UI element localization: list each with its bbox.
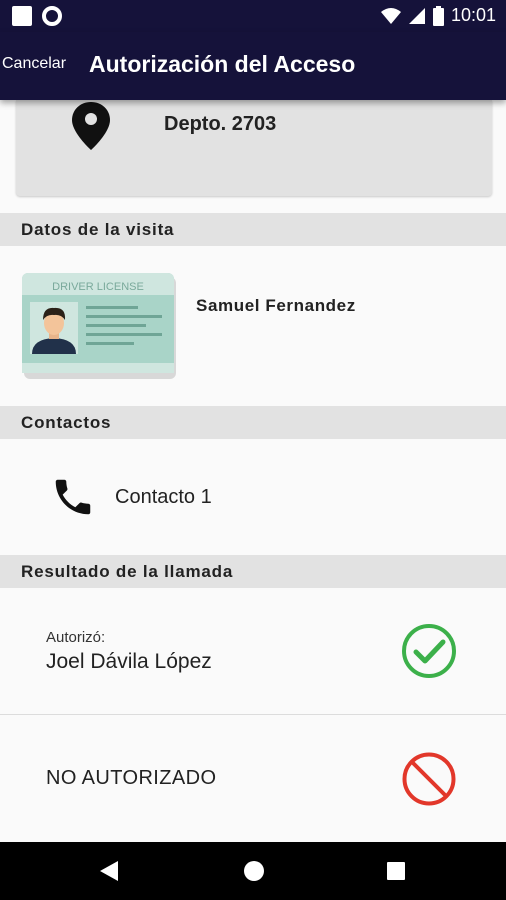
status-bar: 10:01 (0, 0, 506, 32)
home-icon[interactable] (244, 861, 264, 881)
navigation-bar (0, 842, 506, 900)
authorized-name: Joel Dávila López (46, 650, 212, 673)
location-pin-icon (72, 102, 110, 150)
authorized-label: Autorizó: (46, 629, 106, 646)
result-divider (0, 714, 506, 715)
driver-license-icon[interactable]: DRIVER LICENSE (22, 273, 178, 381)
call-result-section-header: Resultado de la llamada (0, 555, 506, 588)
destination-card: Depto. 2703 (16, 100, 492, 196)
contacts-section-header: Contactos (0, 406, 506, 439)
license-header-text: DRIVER LICENSE (52, 281, 144, 293)
clock: 10:01 (450, 5, 496, 25)
recent-apps-icon[interactable] (387, 862, 405, 880)
cancel-button[interactable]: Cancelar (2, 55, 66, 73)
notification-icons (12, 6, 62, 26)
notification-square-icon (12, 6, 32, 26)
app-bar: Cancelar Autorización del Acceso (0, 32, 506, 100)
back-icon[interactable] (99, 860, 119, 882)
signal-icon (408, 7, 425, 24)
visit-section-header: Datos de la visita (0, 213, 506, 246)
authorized-check-icon[interactable] (401, 623, 457, 679)
system-icons: 10:01 (380, 5, 496, 26)
phone-icon[interactable] (50, 474, 96, 520)
unit-label: Depto. 2703 (164, 113, 277, 135)
contact-item-label[interactable]: Contacto 1 (115, 486, 212, 509)
not-authorized-label: NO AUTORIZADO (46, 767, 217, 789)
battery-icon (432, 5, 444, 26)
visitor-name: Samuel Fernandez (196, 296, 356, 315)
page-title: Autorización del Acceso (89, 51, 356, 77)
notification-circle-icon (42, 6, 62, 26)
wifi-icon (380, 7, 401, 24)
not-authorized-prohibited-icon[interactable] (401, 751, 457, 807)
